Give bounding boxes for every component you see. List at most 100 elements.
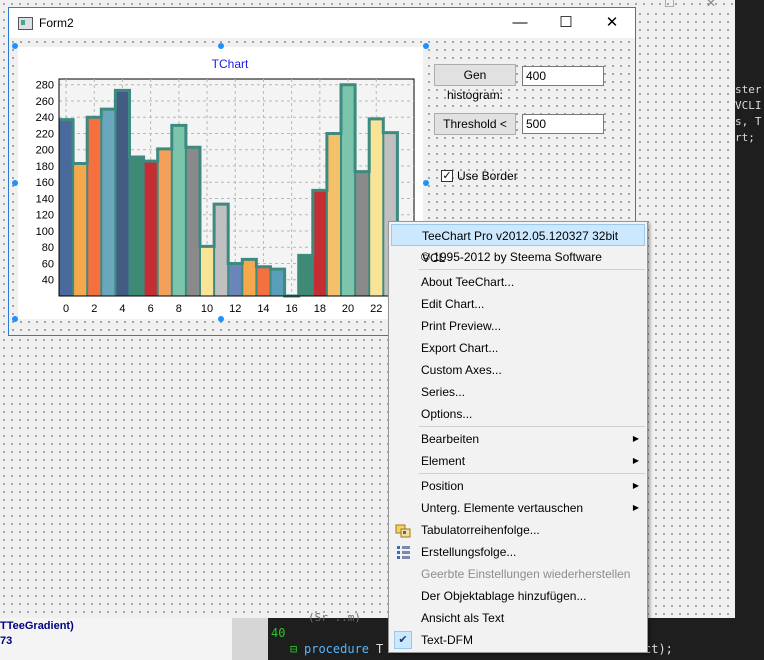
histogram-bar	[214, 204, 229, 296]
y-tick-label: 40	[42, 275, 54, 287]
histogram-bar	[298, 255, 313, 296]
menu-item-options[interactable]: Options...	[391, 403, 645, 425]
inspector-value: TTeeGradient)	[0, 620, 74, 632]
gen-histogram-button[interactable]: Gen histogram:	[434, 64, 516, 102]
menu-separator	[419, 426, 645, 427]
selection-handle[interactable]	[423, 180, 429, 186]
histogram-bar	[355, 171, 370, 296]
menu-item-view-as-text[interactable]: Ansicht als Text	[391, 607, 645, 629]
selection-handle[interactable]	[218, 43, 224, 49]
selection-handle[interactable]	[423, 43, 429, 49]
code-line: s, T	[735, 115, 762, 128]
y-tick-label: 280	[36, 80, 54, 92]
menu-item-element[interactable]: Element ▶	[391, 450, 645, 472]
form-icon	[18, 17, 33, 30]
x-tick-label: 10	[201, 303, 213, 315]
x-tick-label: 6	[148, 303, 154, 315]
inspector-value: 73	[0, 635, 13, 647]
menu-item-export-chart[interactable]: Export Chart...	[391, 337, 645, 359]
ide-top-strip: ☐ ✕	[636, 0, 735, 10]
y-tick-label: 160	[36, 177, 54, 189]
ide-close-icon[interactable]: ✕	[706, 0, 716, 10]
maximize-button[interactable]: ☐	[543, 8, 589, 38]
histogram-bar	[101, 109, 116, 296]
menu-item-add-to-repository[interactable]: Der Objektablage hinzufügen...	[391, 585, 645, 607]
y-tick-label: 240	[36, 112, 54, 124]
histogram-bar	[242, 259, 257, 296]
histogram-bar	[157, 148, 172, 296]
histogram-bar	[59, 119, 74, 296]
x-tick-label: 16	[286, 303, 298, 315]
y-tick-label: 140	[36, 193, 54, 205]
chart-title: TChart	[212, 57, 249, 71]
selection-handle[interactable]	[12, 180, 18, 186]
menu-item-text-dfm[interactable]: ✔ Text-DFM	[391, 629, 645, 651]
code-text: ct);	[644, 642, 673, 656]
submenu-arrow-icon: ▶	[632, 503, 639, 512]
menu-item-bearbeiten[interactable]: Bearbeiten ▶	[391, 428, 645, 450]
menu-item-creation-order[interactable]: Erstellungsfolge...	[391, 541, 645, 563]
context-menu: TeeChart Pro v2012.05.120327 32bit VCL ©…	[388, 221, 648, 653]
selection-handle[interactable]	[12, 316, 18, 322]
x-tick-label: 14	[257, 303, 269, 315]
histogram-bar	[228, 263, 243, 296]
histogram-bar	[312, 190, 327, 296]
histogram-bar	[326, 133, 341, 296]
histogram-bar	[87, 117, 102, 296]
menu-item-copyright[interactable]: © 1995-2012 by Steema Software	[391, 246, 645, 268]
fold-marker-icon[interactable]: ⊟	[290, 642, 297, 656]
menu-item-tab-order[interactable]: Tabulatorreihenfolge...	[391, 519, 645, 541]
menu-item-about[interactable]: About TeeChart...	[391, 271, 645, 293]
x-tick-label: 22	[370, 303, 382, 315]
y-tick-label: 200	[36, 145, 54, 157]
check-icon: ✔	[394, 631, 412, 649]
x-tick-label: 12	[229, 303, 241, 315]
y-tick-label: 260	[36, 96, 54, 108]
selection-handle[interactable]	[218, 316, 224, 322]
editor-gutter	[232, 618, 268, 660]
histogram-bar	[115, 90, 130, 296]
code-line: VCLI	[735, 99, 762, 112]
histogram-bar	[185, 147, 200, 296]
histogram-bar	[369, 118, 384, 296]
threshold-button[interactable]: Threshold <	[434, 113, 516, 135]
y-tick-label: 100	[36, 226, 54, 238]
object-inspector-fragment: TTeeGradient) 73	[0, 618, 232, 660]
ide-minimize-icon[interactable]: ☐	[664, 0, 675, 10]
histogram-bar	[341, 84, 356, 296]
menu-item-teechart-version[interactable]: TeeChart Pro v2012.05.120327 32bit VCL	[391, 224, 645, 265]
x-tick-label: 2	[91, 303, 97, 315]
code-keyword: procedure	[304, 642, 370, 656]
line-number: 40	[271, 626, 286, 640]
minimize-button[interactable]: —	[497, 8, 543, 38]
histogram-bar	[200, 246, 215, 296]
menu-item-position[interactable]: Position ▶	[391, 475, 645, 497]
menu-item-custom-axes[interactable]: Custom Axes...	[391, 359, 645, 381]
code-text: T	[376, 642, 384, 656]
gen-histogram-input[interactable]: 400	[522, 66, 604, 86]
histogram-bar	[73, 163, 88, 296]
ide-code-editor-right: ster VCLI s, T rt;	[735, 0, 764, 660]
y-tick-label: 80	[42, 242, 54, 254]
submenu-arrow-icon: ▶	[632, 456, 639, 465]
tchart-component[interactable]: TChart 40 60 80 100 120 140 160 180 200 220 240 260 2…	[18, 47, 423, 319]
use-border-checkbox[interactable]: ✓	[441, 170, 453, 182]
menu-item-swap-child-elements[interactable]: Unterg. Elemente vertauschen ▶	[391, 497, 645, 519]
designer-grid	[636, 10, 735, 620]
menu-item-print-preview[interactable]: Print Preview...	[391, 315, 645, 337]
menu-separator	[419, 473, 645, 474]
title-bar[interactable]: Form2 — ☐ ✕	[9, 8, 635, 38]
selection-handle[interactable]	[12, 43, 18, 49]
code-line: rt;	[735, 131, 755, 144]
menu-item-revert-inherited[interactable]: Geerbte Einstellungen wiederherstellen	[391, 563, 645, 585]
threshold-input[interactable]: 500	[522, 114, 604, 134]
y-tick-label: 220	[36, 128, 54, 140]
use-border-label[interactable]: Use Border	[457, 169, 518, 183]
x-tick-label: 4	[119, 303, 125, 315]
submenu-arrow-icon: ▶	[632, 434, 639, 443]
close-button[interactable]: ✕	[589, 8, 635, 38]
histogram-bar	[270, 269, 285, 296]
code-line: ster	[735, 83, 762, 96]
menu-item-edit-chart[interactable]: Edit Chart...	[391, 293, 645, 315]
menu-item-series[interactable]: Series...	[391, 381, 645, 403]
